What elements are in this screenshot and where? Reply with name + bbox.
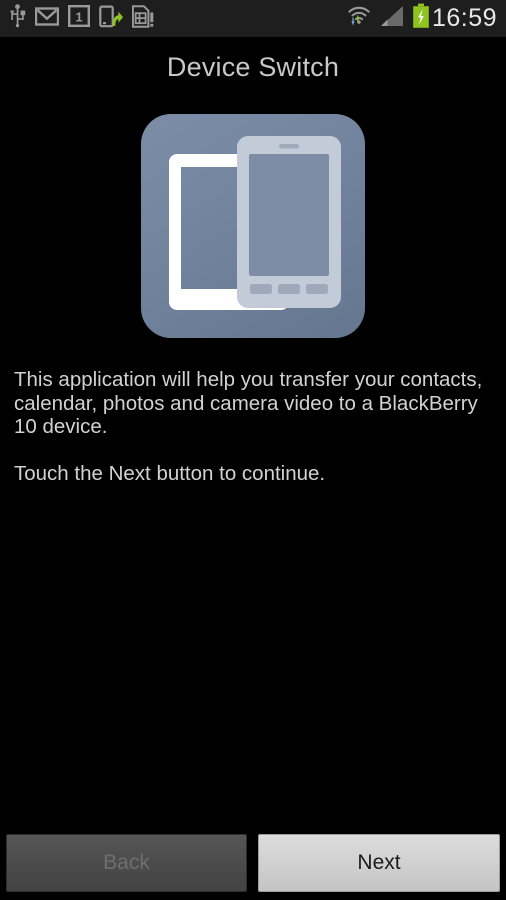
status-bar[interactable]: 1 16:59 [0,0,506,37]
signal-bars-icon [380,5,404,32]
usb-icon [9,4,26,33]
back-button-label: Back [103,851,150,874]
page-title: Device Switch [166,52,340,82]
front-phone-shape [237,136,341,308]
next-button[interactable]: Next [258,834,500,892]
body-copy: This application will help you transfer … [14,368,494,485]
svg-text:1: 1 [75,10,82,25]
button-bar: Back Next [0,826,506,900]
battery-charging-icon [412,3,430,34]
gmail-icon [34,6,60,31]
intro-paragraph: This application will help you transfer … [14,368,483,438]
status-bar-right-icons [346,3,430,34]
back-button[interactable]: Back [6,834,247,892]
calendar-one-icon: 1 [68,5,91,32]
status-bar-left-icons: 1 [9,4,154,33]
instruction-paragraph: Touch the Next button to continue. [14,461,326,485]
device-switch-app-icon [141,114,365,338]
sim-card-alert-icon [131,4,154,33]
wifi-icon [346,3,372,34]
phone-transfer-icon [99,5,123,33]
status-bar-clock: 16:59 [431,4,497,32]
next-button-label: Next [357,851,401,874]
